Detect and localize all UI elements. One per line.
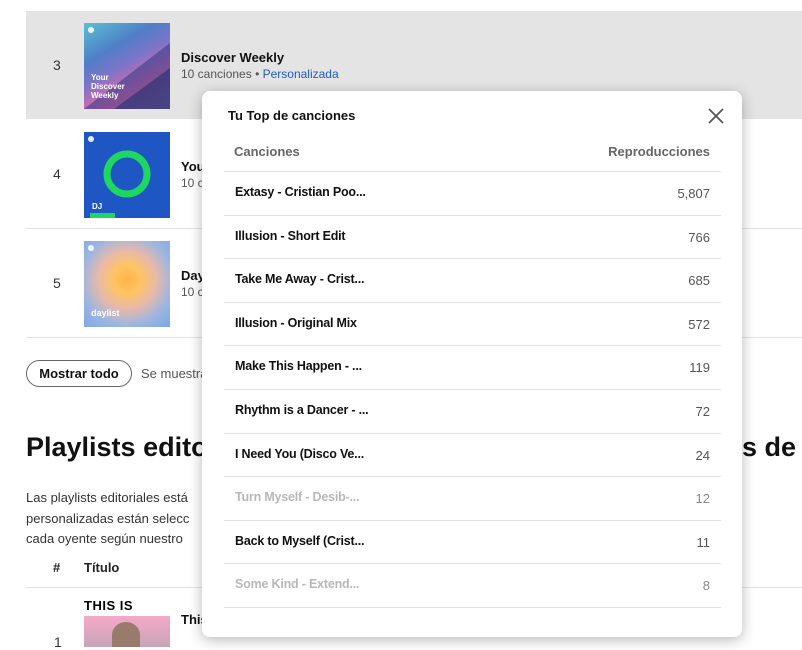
cover-text: DJ [92,202,103,211]
play-count: 8 [702,578,710,593]
cover-text: Your Discover Weekly [91,73,125,100]
column-header-title[interactable]: Título [84,560,119,575]
play-count: 72 [695,404,710,419]
song-row[interactable]: Extasy - Cristian Poo... 5,807 [224,171,721,215]
playlist-meta: 10 canciones • Personalizada [181,67,339,81]
track-count: 10 c [181,176,204,190]
track-count: 10 canciones [181,67,252,81]
song-row[interactable]: Take Me Away - Crist... 685 [224,258,721,302]
play-count: 119 [689,360,710,375]
play-count: 5,807 [677,186,710,201]
song-row[interactable]: Illusion - Short Edit 766 [224,215,721,259]
playlist-title[interactable]: Discover Weekly [181,50,284,65]
song-row[interactable]: Make This Happen - ... 119 [224,345,721,389]
top-songs-modal: Tu Top de canciones Canciones Reproducci… [202,91,742,637]
modal-title: Tu Top de canciones [228,108,356,123]
song-name: Turn Myself - Desib-... [235,490,360,504]
row-number: 1 [54,634,62,650]
row-number: 4 [53,166,61,182]
song-row[interactable]: Rhythm is a Dancer - ... 72 [224,389,721,433]
this-is-cover: THIS IS [84,598,170,647]
track-count: 10 c [181,285,204,299]
meta-separator: • [255,67,260,81]
song-name: Make This Happen - ... [235,359,362,373]
column-header-number: # [53,560,61,575]
section-description: Las playlists editoriales está personali… [26,488,189,550]
spotify-logo-icon [88,245,94,251]
play-count: 572 [688,317,710,332]
song-name: Rhythm is a Dancer - ... [235,403,369,417]
section-heading-right: s de [742,432,797,462]
section-heading-left: Playlists edito [26,432,208,462]
song-row[interactable]: Back to Myself (Crist... 11 [224,520,721,564]
close-icon[interactable] [706,106,726,126]
play-count: 766 [688,230,710,245]
personalized-link[interactable]: Personalizada [263,67,339,81]
play-count: 11 [696,535,711,550]
cover-photo [84,616,170,647]
song-name: Back to Myself (Crist... [235,534,365,548]
description-line: Las playlists editoriales está [26,490,188,505]
song-name: Some Kind - Extend... [235,577,360,591]
column-header-songs: Canciones [234,144,300,159]
song-name: Illusion - Original Mix [235,316,357,330]
discover-weekly-cover: Your Discover Weekly [84,23,170,109]
song-name: Take Me Away - Crist... [235,272,365,286]
song-row[interactable]: Illusion - Original Mix 572 [224,302,721,346]
song-row[interactable]: I Need You (Disco Ve... 24 [224,433,721,477]
showing-note: Se muestra [141,366,208,381]
row-number: 5 [53,275,61,291]
song-row-unavailable[interactable]: Turn Myself - Desib-... 12 [224,476,721,520]
play-count: 685 [688,273,710,288]
description-line: cada oyente según nuestro [26,531,183,546]
song-row-unavailable[interactable]: Some Kind - Extend... 8 [224,563,721,608]
artist-silhouette [112,622,140,647]
play-count: 24 [695,448,710,463]
play-count: 12 [695,491,710,506]
show-all-button[interactable]: Mostrar todo [26,360,132,387]
dj-cover: DJ [84,132,170,218]
column-header-plays: Reproducciones [608,144,710,159]
row-number: 3 [53,57,61,73]
daylist-cover: daylist [84,241,170,327]
cover-text: daylist [91,308,120,318]
song-name: Extasy - Cristian Poo... [235,185,366,199]
song-name: Illusion - Short Edit [235,229,346,243]
song-name: I Need You (Disco Ve... [235,447,365,461]
cover-text: THIS IS [84,598,134,613]
description-line: personalizadas están selecc [26,510,190,526]
